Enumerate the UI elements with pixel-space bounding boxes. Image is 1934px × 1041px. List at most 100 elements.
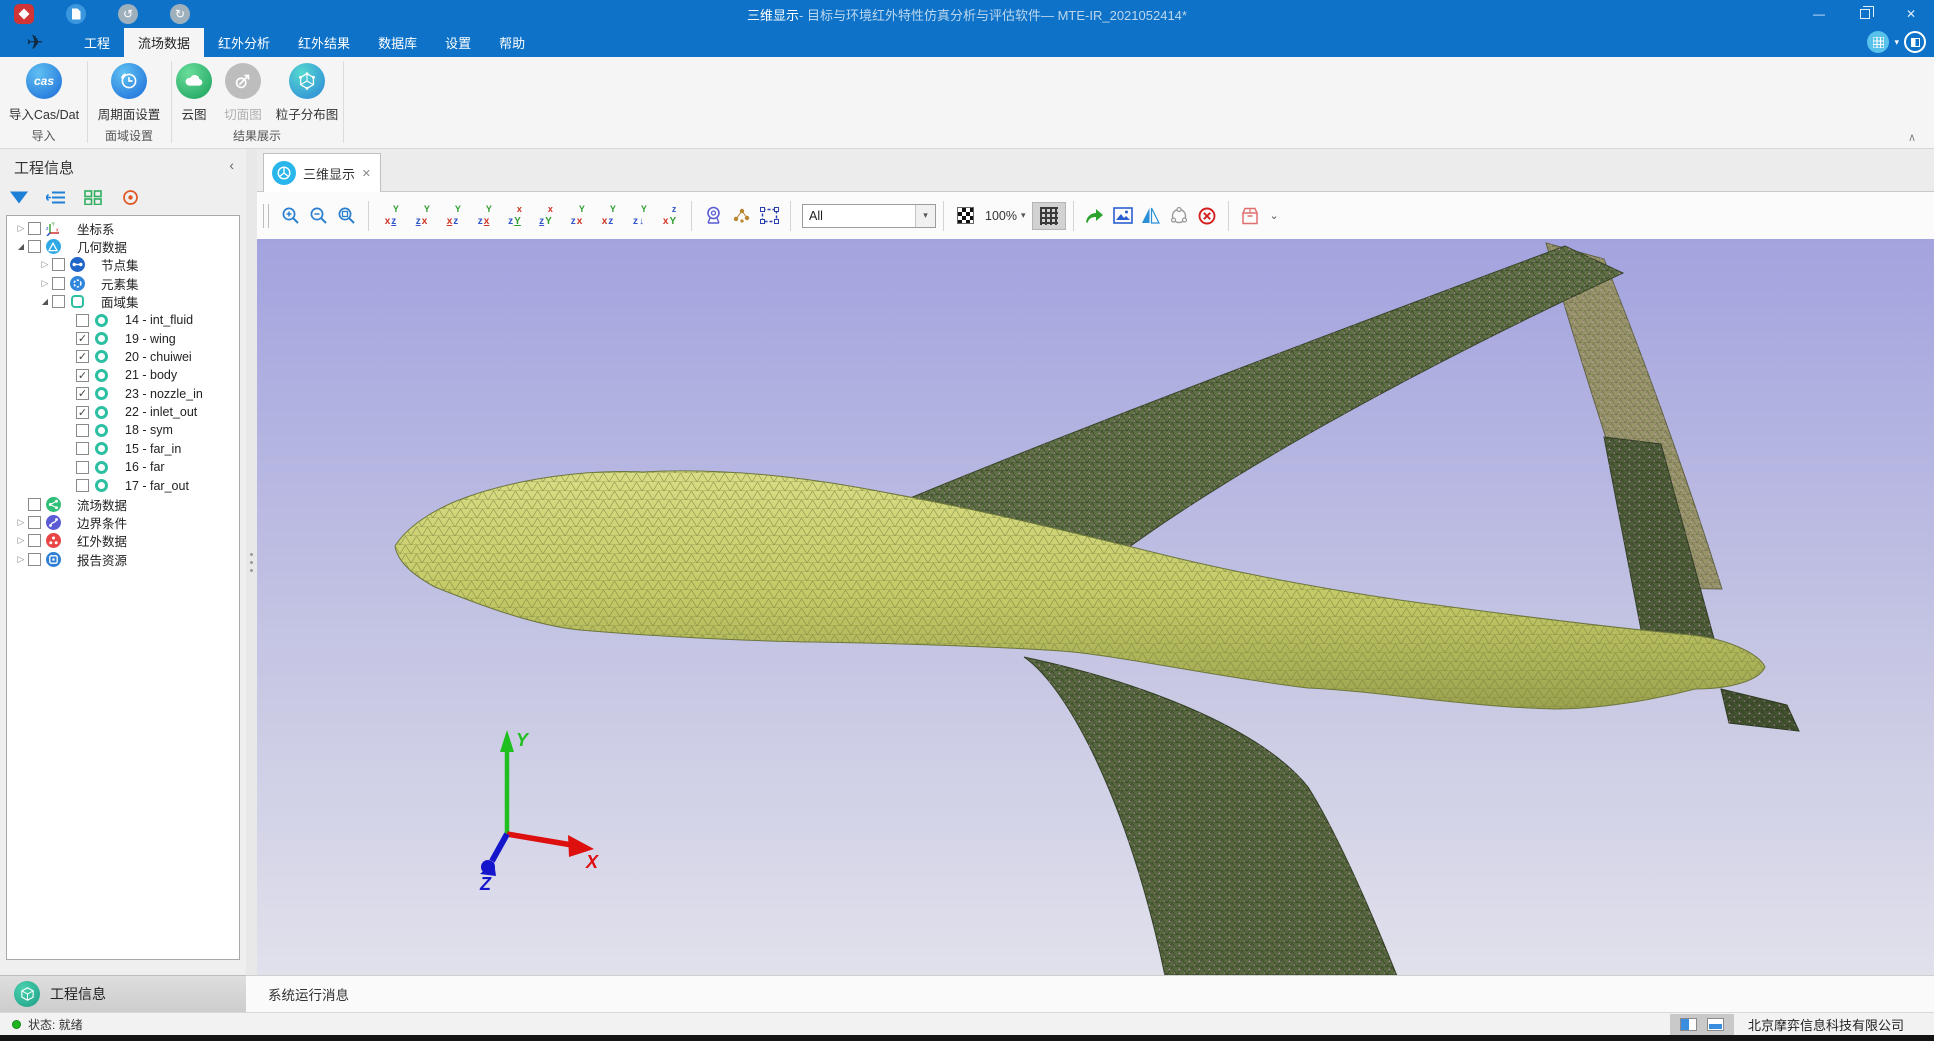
cloud-map-button[interactable]: 云图	[171, 61, 217, 123]
period-face-button[interactable]: 周期面设置	[87, 61, 171, 123]
tree-row[interactable]: ▷红外数据	[7, 532, 239, 550]
visibility-checkbox[interactable]	[52, 295, 65, 308]
project-info-dock-button[interactable]: 工程信息	[0, 975, 246, 1012]
tree-row[interactable]: ▷元素集	[7, 274, 239, 292]
tree-item-label[interactable]: 坐标系	[77, 219, 115, 238]
panel-splitter[interactable]	[246, 149, 257, 975]
expand-arrow-icon[interactable]: ▷	[14, 223, 28, 234]
tree-item-label[interactable]: 边界条件	[77, 513, 127, 532]
tree-row[interactable]: ✓ 19 - wing	[7, 329, 239, 347]
transparency-checker-button[interactable]	[951, 202, 979, 230]
visibility-checkbox[interactable]	[76, 424, 89, 437]
package-dropdown-icon[interactable]: ⌄	[1270, 209, 1279, 222]
style-toggle-button[interactable]	[1904, 31, 1926, 53]
tree-row[interactable]: ✓ 23 - nozzle_in	[7, 385, 239, 403]
tree-item-label[interactable]: 流场数据	[77, 495, 127, 514]
visibility-checkbox[interactable]: ✓	[76, 332, 89, 345]
tree-item-label[interactable]: 14 - int_fluid	[125, 313, 193, 327]
tree-row[interactable]: 18 - sym	[7, 421, 239, 439]
menu-item-1[interactable]: 工程	[70, 28, 124, 57]
visibility-checkbox[interactable]: ✓	[76, 369, 89, 382]
menu-item-7[interactable]: 帮助	[485, 28, 539, 57]
visibility-checkbox[interactable]	[28, 516, 41, 529]
menu-item-6[interactable]: 设置	[431, 28, 485, 57]
visibility-checkbox[interactable]	[76, 442, 89, 455]
view-orient-8-button[interactable]: Yxz	[593, 202, 622, 230]
menu-item-5[interactable]: 数据库	[364, 28, 431, 57]
tree-item-label[interactable]: 几何数据	[77, 237, 127, 256]
restore-button[interactable]	[1842, 0, 1888, 28]
redo-button[interactable]: ↻	[170, 4, 190, 24]
menu-item-3[interactable]: 红外分析	[204, 28, 284, 57]
tree-row[interactable]: 16 - far	[7, 458, 239, 476]
expand-arrow-icon[interactable]: ◢	[38, 297, 52, 306]
tree-row[interactable]: 14 - int_fluid	[7, 311, 239, 329]
visibility-checkbox[interactable]: ✓	[76, 387, 89, 400]
tree-item-label[interactable]: 21 - body	[125, 368, 177, 382]
orbit-sphere-button[interactable]	[1165, 202, 1193, 230]
visibility-checkbox[interactable]	[28, 240, 41, 253]
rect-select-button[interactable]	[755, 202, 783, 230]
visibility-checkbox[interactable]	[76, 314, 89, 327]
undo-button[interactable]: ↺	[118, 4, 138, 24]
zoom-fit-button[interactable]	[333, 202, 361, 230]
expand-arrow-icon[interactable]: ▷	[14, 535, 28, 546]
tree-row[interactable]: ◢几何数据	[7, 237, 239, 255]
tree-item-label[interactable]: 22 - inlet_out	[125, 405, 197, 419]
tree-item-label[interactable]: 节点集	[101, 255, 139, 274]
visibility-checkbox[interactable]	[52, 277, 65, 290]
tree-item-label[interactable]: 19 - wing	[125, 332, 176, 346]
minimize-button[interactable]: —	[1796, 0, 1842, 28]
tree-row[interactable]: ▷ 节点集	[7, 256, 239, 274]
mesh-grid-toggle[interactable]	[1032, 202, 1066, 230]
snapshot-button[interactable]	[1109, 202, 1137, 230]
view-orient-3-button[interactable]: Yxz	[438, 202, 467, 230]
list-view-icon[interactable]	[45, 187, 67, 207]
view-orient-10-button[interactable]: zxY	[655, 202, 684, 230]
visibility-checkbox[interactable]	[28, 222, 41, 235]
menu-item-2[interactable]: 流场数据	[124, 28, 204, 57]
view-orient-5-button[interactable]: xzY	[500, 202, 529, 230]
visibility-checkbox[interactable]	[28, 498, 41, 511]
view-orient-1-button[interactable]: Yxz	[376, 202, 405, 230]
combo-dropdown-icon[interactable]: ▾	[915, 205, 935, 227]
zoom-out-button[interactable]	[305, 202, 333, 230]
tree-item-label[interactable]: 23 - nozzle_in	[125, 387, 203, 401]
expand-arrow-icon[interactable]: ▷	[38, 259, 52, 270]
theme-grid-button[interactable]	[1867, 31, 1889, 53]
layout-left-panel-icon[interactable]	[1680, 1018, 1697, 1031]
target-icon[interactable]	[119, 187, 141, 207]
tree-item-label[interactable]: 18 - sym	[125, 423, 173, 437]
view-orient-4-button[interactable]: Yzx	[469, 202, 498, 230]
visibility-checkbox[interactable]	[76, 461, 89, 474]
tree-row[interactable]: 流场数据	[7, 495, 239, 513]
collapse-ribbon-button[interactable]: ∧	[1908, 131, 1916, 144]
tree-item-label[interactable]: 报告资源	[77, 550, 127, 569]
app-icon[interactable]	[14, 4, 34, 24]
view-orient-6-button[interactable]: xzY	[531, 202, 560, 230]
expand-arrow-icon[interactable]: ▷	[38, 278, 52, 289]
tree-row[interactable]: ▷报告资源	[7, 550, 239, 568]
menu-item-4[interactable]: 红外结果	[284, 28, 364, 57]
view-orient-9-button[interactable]: Yz↓	[624, 202, 653, 230]
tree-row[interactable]: ✓ 20 - chuiwei	[7, 348, 239, 366]
new-document-button[interactable]	[66, 4, 86, 24]
theme-dropdown-icon[interactable]: ▾	[1894, 37, 1899, 48]
tree-item-label[interactable]: 17 - far_out	[125, 479, 189, 493]
clear-cancel-button[interactable]	[1193, 202, 1221, 230]
view-orient-7-button[interactable]: Yzx	[562, 202, 591, 230]
tree-row[interactable]: ◢面域集	[7, 293, 239, 311]
grid-view-icon[interactable]	[82, 187, 104, 207]
node-select-button[interactable]	[727, 202, 755, 230]
mirror-button[interactable]	[1137, 202, 1165, 230]
visibility-checkbox[interactable]: ✓	[76, 350, 89, 363]
tab-close-icon[interactable]: ✕	[362, 167, 371, 180]
viewport-3d[interactable]: Y X Z	[257, 239, 1934, 975]
zoom-in-button[interactable]	[277, 202, 305, 230]
tree-item-label[interactable]: 20 - chuiwei	[125, 350, 192, 364]
filter-icon[interactable]	[8, 187, 30, 207]
tree-row[interactable]: ✓ 21 - body	[7, 366, 239, 384]
zoom-percent-dropdown[interactable]: 100% ▾	[985, 209, 1026, 223]
visibility-checkbox[interactable]	[52, 258, 65, 271]
cas-import-button[interactable]: cas导入Cas/Dat	[1, 61, 87, 123]
